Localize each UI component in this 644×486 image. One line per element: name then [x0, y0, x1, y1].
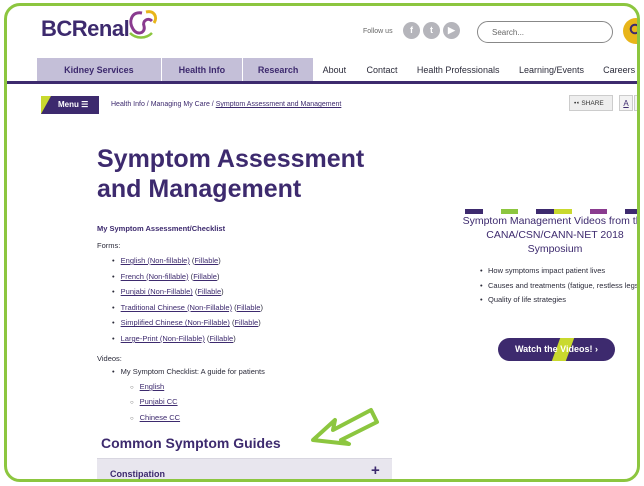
list-item: English (Non-fillable) (Fillable): [112, 253, 263, 269]
form-link-fillable[interactable]: Fillable: [193, 272, 217, 281]
nav-kidney-services[interactable]: Kidney Services: [37, 58, 161, 81]
share-icon: •⁌: [574, 100, 580, 107]
video-item: My Symptom Checklist: A guide for patien…: [112, 367, 265, 376]
follow-us-label: Follow us: [363, 28, 393, 35]
font-size-large-button[interactable]: A: [634, 95, 637, 111]
nav-about[interactable]: About: [313, 58, 355, 81]
youtube-icon[interactable]: ▶: [443, 22, 460, 39]
nav-health-info[interactable]: Health Info: [161, 58, 242, 81]
search-input[interactable]: Search...: [477, 21, 613, 43]
font-size-small-button[interactable]: A: [619, 95, 633, 111]
facebook-icon[interactable]: f: [403, 22, 420, 39]
accordion-constipation[interactable]: Constipation +: [97, 458, 392, 479]
nav-health-professionals[interactable]: Health Professionals: [409, 58, 508, 81]
form-link-nonfillable[interactable]: French (Non-fillable): [121, 272, 189, 281]
sidebar-title: Symptom Management Videos from the CANA/…: [462, 215, 640, 255]
plus-icon: +: [371, 462, 380, 479]
list-item: Punjabi (Non-Fillable) (Fillable): [112, 284, 263, 300]
forms-label: Forms:: [97, 241, 121, 250]
form-link-fillable[interactable]: Fillable: [234, 318, 258, 327]
checklist-heading: My Symptom Assessment/Checklist: [97, 224, 226, 233]
share-button[interactable]: •⁌ SHARE: [569, 95, 613, 111]
list-item: Quality of life strategies: [480, 293, 637, 308]
list-item: Simplified Chinese (Non-Fillable) (Filla…: [112, 315, 263, 331]
breadcrumb-current[interactable]: Symptom Assessment and Management: [216, 101, 342, 108]
video-link-punjabi[interactable]: Punjabi CC: [140, 397, 178, 406]
form-link-nonfillable[interactable]: Traditional Chinese (Non-Fillable): [121, 303, 232, 312]
form-link-nonfillable[interactable]: English (Non-fillable): [121, 256, 190, 265]
nav-learning-events[interactable]: Learning/Events: [508, 58, 596, 81]
twitter-icon[interactable]: t: [423, 22, 440, 39]
form-link-fillable[interactable]: Fillable: [194, 256, 218, 265]
breadcrumb: Health Info / Managing My Care / Symptom…: [111, 101, 341, 108]
list-item: English: [130, 380, 180, 395]
list-item: Large-Print (Non-Fillable) (Fillable): [112, 331, 263, 347]
nav-contact[interactable]: Contact: [355, 58, 408, 81]
search-icon: [629, 23, 637, 35]
form-link-fillable[interactable]: Fillable: [209, 334, 233, 343]
kidney-logo-icon: [129, 10, 158, 39]
page-frame: BCRenal Follow us f t ▶ Search... Kidney…: [4, 3, 640, 482]
form-link-fillable[interactable]: Fillable: [197, 287, 221, 296]
list-item: Chinese CC: [130, 411, 180, 426]
list-item: Traditional Chinese (Non-Fillable) (Fill…: [112, 300, 263, 316]
bcrenal-logo[interactable]: BCRenal: [41, 16, 130, 42]
list-item: French (Non-fillable) (Fillable): [112, 269, 263, 285]
videos-label: Videos:: [97, 354, 122, 363]
chevron-right-icon: ›: [595, 344, 599, 354]
common-guides-heading: Common Symptom Guides: [101, 435, 281, 451]
pointer-arrow-icon: [311, 408, 379, 446]
menu-button[interactable]: Menu ☰: [41, 96, 99, 114]
breadcrumb-managing-my-care[interactable]: Managing My Care: [151, 101, 210, 108]
video-link-english[interactable]: English: [140, 382, 165, 391]
breadcrumb-health-info[interactable]: Health Info: [111, 101, 145, 108]
form-link-nonfillable[interactable]: Simplified Chinese (Non-Fillable): [121, 318, 230, 327]
search-button[interactable]: [623, 18, 637, 44]
main-nav: Kidney Services Health Info Research Abo…: [7, 58, 637, 84]
list-item: Causes and treatments (fatigue, restless…: [480, 279, 637, 294]
share-label: SHARE: [581, 100, 604, 107]
list-item: Punjabi CC: [130, 395, 180, 410]
list-item: How symptoms impact patient lives: [480, 264, 637, 279]
page-title: Symptom Assessment and Management: [97, 145, 365, 203]
form-link-nonfillable[interactable]: Punjabi (Non-Fillable): [121, 287, 193, 296]
watch-videos-button[interactable]: Watch the Videos! ›: [498, 338, 615, 361]
form-link-fillable[interactable]: Fillable: [237, 303, 261, 312]
logo-text: BCRenal: [41, 16, 130, 41]
forms-list: English (Non-fillable) (Fillable) French…: [112, 253, 263, 347]
sidebar-list: How symptoms impact patient lives Causes…: [480, 264, 637, 308]
video-links: English Punjabi CC Chinese CC: [130, 380, 180, 426]
accordion-title: Constipation: [110, 469, 165, 479]
nav-research[interactable]: Research: [242, 58, 314, 81]
video-link-chinese[interactable]: Chinese CC: [140, 413, 180, 422]
watch-videos-label: Watch the Videos!: [514, 344, 593, 354]
nav-careers[interactable]: Careers: [595, 58, 637, 81]
form-link-nonfillable[interactable]: Large-Print (Non-Fillable): [121, 334, 205, 343]
